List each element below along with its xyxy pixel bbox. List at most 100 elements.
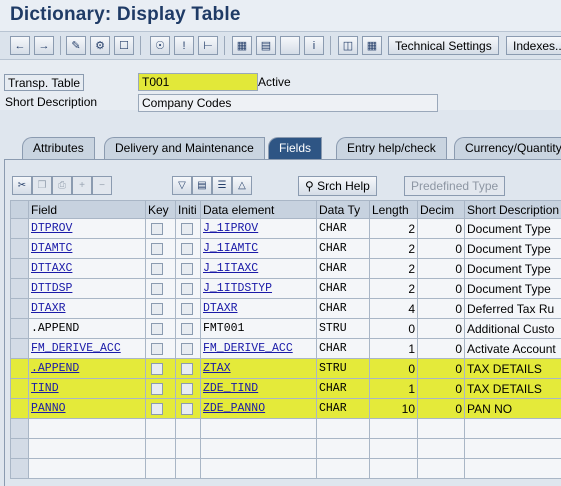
initial-checkbox[interactable] xyxy=(181,383,193,396)
sort-icon[interactable]: ▤ xyxy=(192,176,212,195)
select-all-column[interactable] xyxy=(10,200,29,219)
details-icon[interactable]: ☰ xyxy=(212,176,232,195)
row-selector[interactable] xyxy=(10,398,29,419)
data-element-link[interactable]: J_1ITDSTYP xyxy=(203,282,272,295)
column-header-key[interactable]: Key xyxy=(145,200,176,219)
row-selector[interactable] xyxy=(10,218,29,239)
field-name-link[interactable]: PANNO xyxy=(31,402,66,415)
row-selector[interactable] xyxy=(10,298,29,319)
row-selector[interactable] xyxy=(10,378,29,399)
row-selector[interactable] xyxy=(10,458,29,479)
key-checkbox[interactable] xyxy=(151,363,163,376)
initial-checkbox[interactable] xyxy=(181,403,193,416)
object-tree-icon[interactable]: ▦ xyxy=(232,36,252,55)
table-row: DTAMTC J_1IAMTC CHAR 2 0 Document Type xyxy=(10,238,561,259)
row-selector[interactable] xyxy=(10,258,29,279)
column-header-initial[interactable]: Initi xyxy=(175,200,201,219)
column-header-field[interactable]: Field xyxy=(28,200,146,219)
decimals-cell: 0 xyxy=(417,218,465,239)
toolbar-separator xyxy=(140,36,141,55)
field-name-link[interactable]: FM_DERIVE_ACC xyxy=(31,342,121,355)
filter-icon[interactable]: ▽ xyxy=(172,176,192,195)
initial-checkbox[interactable] xyxy=(181,283,193,296)
key-checkbox[interactable] xyxy=(151,303,163,316)
column-header-data-element[interactable]: Data element xyxy=(200,200,317,219)
column-header-short-description[interactable]: Short Description xyxy=(464,200,561,219)
data-element-link[interactable]: J_1ITAXC xyxy=(203,262,258,275)
empty-row xyxy=(10,458,561,479)
tab-currency-quantity[interactable]: Currency/Quantity xyxy=(454,137,561,159)
initial-checkbox[interactable] xyxy=(181,303,193,316)
initial-checkbox[interactable] xyxy=(181,343,193,356)
technical-settings-button[interactable]: Technical Settings xyxy=(388,36,499,55)
row-selector[interactable] xyxy=(10,418,29,439)
row-selector[interactable] xyxy=(10,238,29,259)
data-element-link[interactable]: J_1IAMTC xyxy=(203,242,258,255)
display-change-icon[interactable]: ✎ xyxy=(66,36,86,55)
up-icon[interactable]: △ xyxy=(232,176,252,195)
data-element-link[interactable]: ZDE_TIND xyxy=(203,382,258,395)
data-element-link[interactable]: ZDE_PANNO xyxy=(203,402,265,415)
data-element-cell[interactable]: FMT001 xyxy=(200,318,317,339)
key-checkbox[interactable] xyxy=(151,383,163,396)
tab-delivery-maintenance[interactable]: Delivery and Maintenance xyxy=(104,137,265,159)
field-name-cell[interactable]: .APPEND xyxy=(28,318,146,339)
columns-icon[interactable]: ◫ xyxy=(338,36,358,55)
initial-checkbox[interactable] xyxy=(181,243,193,256)
field-name-link[interactable]: DTAMTC xyxy=(31,242,72,255)
cut-icon[interactable]: ✂ xyxy=(12,176,32,195)
hierarchy-icon[interactable]: ⊢ xyxy=(198,36,218,55)
column-header-data-type[interactable]: Data Ty xyxy=(316,200,370,219)
field-name-link[interactable]: DTTDSP xyxy=(31,282,72,295)
data-type-cell: CHAR xyxy=(316,378,370,399)
initial-checkbox[interactable] xyxy=(181,223,193,236)
row-selector[interactable] xyxy=(10,338,29,359)
key-checkbox[interactable] xyxy=(151,223,163,236)
grid-icon[interactable]: ▦ xyxy=(362,36,382,55)
column-header-length[interactable]: Length xyxy=(369,200,418,219)
row-selector[interactable] xyxy=(10,278,29,299)
key-checkbox[interactable] xyxy=(151,343,163,356)
row-selector[interactable] xyxy=(10,318,29,339)
check-object-icon[interactable]: ⚙ xyxy=(90,36,110,55)
initial-checkbox[interactable] xyxy=(181,323,193,336)
info-exclaim-icon[interactable]: ! xyxy=(174,36,194,55)
field-name-link[interactable]: DTAXR xyxy=(31,302,66,315)
tab-fields[interactable]: Fields xyxy=(268,137,323,159)
blank-icon[interactable] xyxy=(280,36,300,55)
key-checkbox[interactable] xyxy=(151,403,163,416)
indexes-button[interactable]: Indexes... xyxy=(506,36,561,55)
data-element-link[interactable]: ZTAX xyxy=(203,362,231,375)
srch-help-button[interactable]: ⚲ Srch Help xyxy=(298,176,377,196)
tab-attributes[interactable]: Attributes xyxy=(22,137,95,159)
field-name-link[interactable]: DTPROV xyxy=(31,222,72,235)
transp-table-field[interactable]: T001 xyxy=(138,73,258,91)
forward-arrow-icon[interactable]: → xyxy=(34,36,54,55)
initial-checkbox[interactable] xyxy=(181,263,193,276)
key-checkbox[interactable] xyxy=(151,243,163,256)
initial-checkbox[interactable] xyxy=(181,363,193,376)
data-element-link[interactable]: DTAXR xyxy=(203,302,238,315)
tab-entry-help-check[interactable]: Entry help/check xyxy=(336,137,447,159)
short-description-field[interactable]: Company Codes xyxy=(138,94,438,112)
field-name-link[interactable]: DTTAXC xyxy=(31,262,72,275)
key-checkbox[interactable] xyxy=(151,323,163,336)
table-row: FM_DERIVE_ACC FM_DERIVE_ACC CHAR 1 0 Act… xyxy=(10,338,561,359)
field-name-link[interactable]: .APPEND xyxy=(31,362,79,375)
back-arrow-icon[interactable]: ← xyxy=(10,36,30,55)
data-element-link[interactable]: FM_DERIVE_ACC xyxy=(203,342,293,355)
column-header-decimals[interactable]: Decim xyxy=(417,200,465,219)
row-selector[interactable] xyxy=(10,358,29,379)
key-checkbox[interactable] xyxy=(151,263,163,276)
field-name-link[interactable]: TIND xyxy=(31,382,59,395)
data-element-link[interactable]: J_1IPROV xyxy=(203,222,258,235)
status-text: Active xyxy=(258,75,291,89)
info-icon[interactable]: i xyxy=(304,36,324,55)
where-used-icon[interactable]: ☉ xyxy=(150,36,170,55)
key-checkbox[interactable] xyxy=(151,283,163,296)
table-row: DTAXR DTAXR CHAR 4 0 Deferred Tax Ru xyxy=(10,298,561,319)
row-selector[interactable] xyxy=(10,438,29,459)
table-body: DTPROV J_1IPROV CHAR 2 0 Document Type D… xyxy=(10,218,561,479)
layout-icon[interactable]: ▤ xyxy=(256,36,276,55)
activate-icon[interactable]: ☐ xyxy=(114,36,134,55)
